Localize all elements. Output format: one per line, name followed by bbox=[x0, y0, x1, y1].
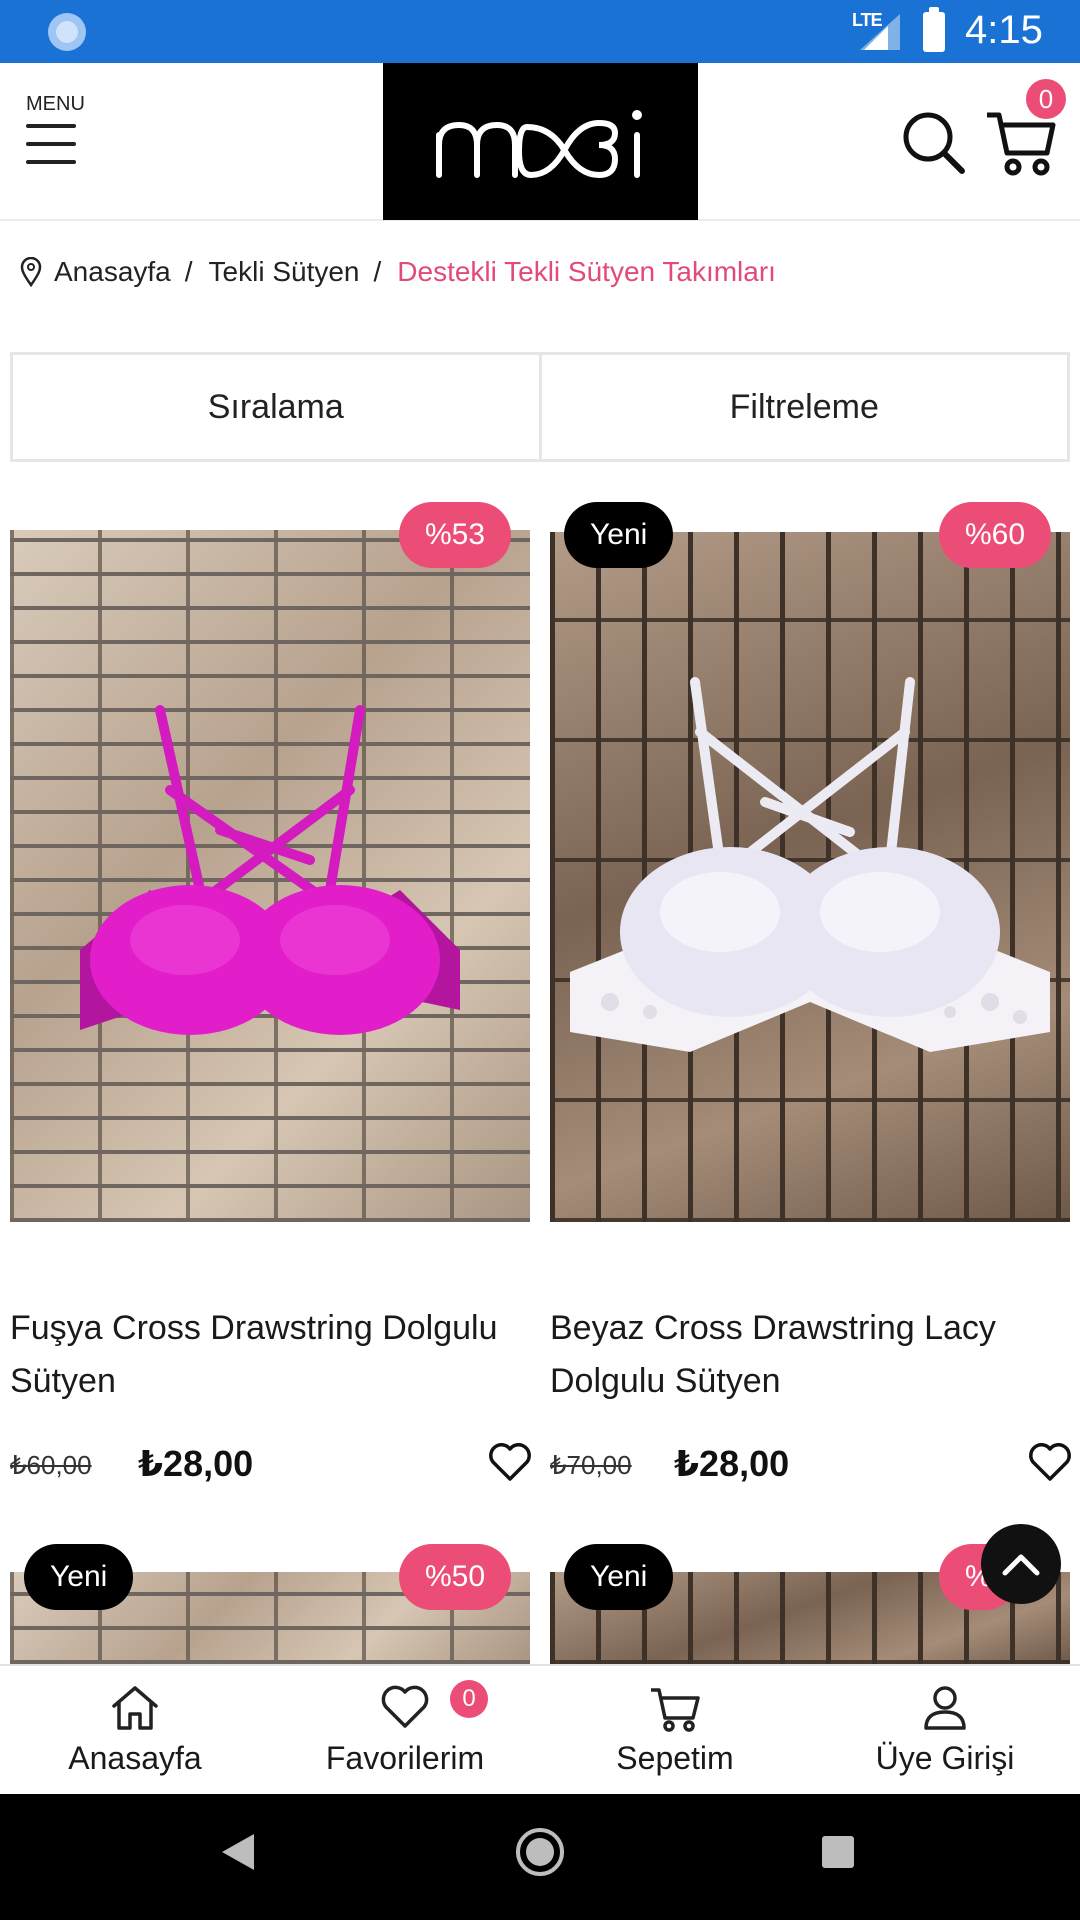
heart-icon[interactable] bbox=[1028, 1442, 1072, 1482]
product-image[interactable] bbox=[550, 532, 1070, 1222]
menu-button[interactable]: MENU bbox=[26, 93, 96, 193]
product-photo-white-bra bbox=[570, 677, 1050, 1052]
status-bar: LTE 4:15 bbox=[0, 0, 1080, 63]
new-badge: Yeni bbox=[564, 1544, 674, 1610]
sort-button[interactable]: Sıralama bbox=[13, 355, 539, 459]
discount-badge: %53 bbox=[399, 502, 512, 568]
signal-icon bbox=[860, 14, 900, 50]
cart-count-badge: 0 bbox=[1026, 79, 1066, 119]
clock: 4:15 bbox=[965, 8, 1043, 52]
new-badge: Yeni bbox=[24, 1544, 134, 1610]
nav-cart-label: Sepetim bbox=[616, 1740, 734, 1776]
logo-mark bbox=[435, 109, 642, 178]
chevron-up-icon bbox=[1002, 1554, 1040, 1576]
product-name[interactable]: Fuşya Cross Drawstring Dolgulu Sütyen bbox=[10, 1302, 530, 1408]
product-image[interactable] bbox=[10, 530, 530, 1222]
app-header: MENU 0 bbox=[0, 63, 1080, 221]
user-icon bbox=[924, 1686, 966, 1730]
bottom-navigation: Anasayfa 0 Favorilerim Sepetim Üye Giriş… bbox=[0, 1664, 1080, 1794]
loading-indicator-icon bbox=[48, 13, 86, 51]
sort-filter-bar: Sıralama Filtreleme bbox=[10, 352, 1070, 462]
scroll-to-top-button[interactable] bbox=[981, 1524, 1061, 1604]
discount-badge: %50 bbox=[399, 1544, 512, 1610]
sale-price: ₺28,00 bbox=[674, 1443, 790, 1484]
search-icon[interactable] bbox=[900, 109, 966, 175]
battery-icon bbox=[923, 7, 945, 52]
nav-login-label: Üye Girişi bbox=[875, 1740, 1015, 1776]
heart-icon[interactable] bbox=[488, 1442, 532, 1482]
product-photo-fuchsia-bra bbox=[80, 705, 460, 1035]
nav-favorites-label: Favorilerim bbox=[325, 1740, 485, 1776]
old-price: ₺60,00 bbox=[10, 1450, 92, 1480]
nav-home-label: Anasayfa bbox=[68, 1740, 202, 1776]
recent-apps-icon[interactable] bbox=[822, 1836, 854, 1868]
nav-login[interactable]: Üye Girişi bbox=[810, 1666, 1080, 1794]
nav-cart[interactable]: Sepetim bbox=[540, 1666, 810, 1794]
product-name[interactable]: Beyaz Cross Drawstring Lacy Dolgulu Süty… bbox=[550, 1302, 1070, 1408]
cart-icon bbox=[651, 1688, 700, 1732]
heart-icon bbox=[381, 1685, 429, 1728]
old-price: ₺70,00 bbox=[550, 1450, 632, 1480]
breadcrumb-home[interactable]: Anasayfa bbox=[54, 256, 171, 288]
new-badge: Yeni bbox=[564, 502, 674, 568]
breadcrumb-separator: / bbox=[184, 256, 193, 287]
favorites-count-badge: 0 bbox=[450, 1680, 488, 1718]
menu-label: MENU bbox=[26, 93, 85, 115]
brand-logo[interactable] bbox=[383, 63, 698, 220]
breadcrumb-category[interactable]: Tekli Sütyen bbox=[209, 256, 360, 288]
filter-button[interactable]: Filtreleme bbox=[538, 355, 1067, 459]
breadcrumb: Anasayfa / Tekli Sütyen / Destekli Tekli… bbox=[20, 252, 776, 292]
discount-badge: %60 bbox=[939, 502, 1052, 568]
hamburger-icon bbox=[26, 124, 96, 164]
home-button-icon[interactable] bbox=[516, 1828, 564, 1876]
system-navigation-bar bbox=[0, 1794, 1080, 1920]
sale-price: ₺28,00 bbox=[138, 1443, 254, 1484]
home-icon bbox=[112, 1686, 158, 1730]
nav-home[interactable]: Anasayfa bbox=[0, 1666, 270, 1794]
breadcrumb-separator: / bbox=[373, 256, 382, 287]
nav-favorites[interactable]: 0 Favorilerim bbox=[270, 1666, 540, 1794]
breadcrumb-current: Destekli Tekli Sütyen Takımları bbox=[397, 256, 776, 287]
back-icon[interactable] bbox=[222, 1834, 254, 1870]
location-pin-icon bbox=[20, 257, 42, 287]
